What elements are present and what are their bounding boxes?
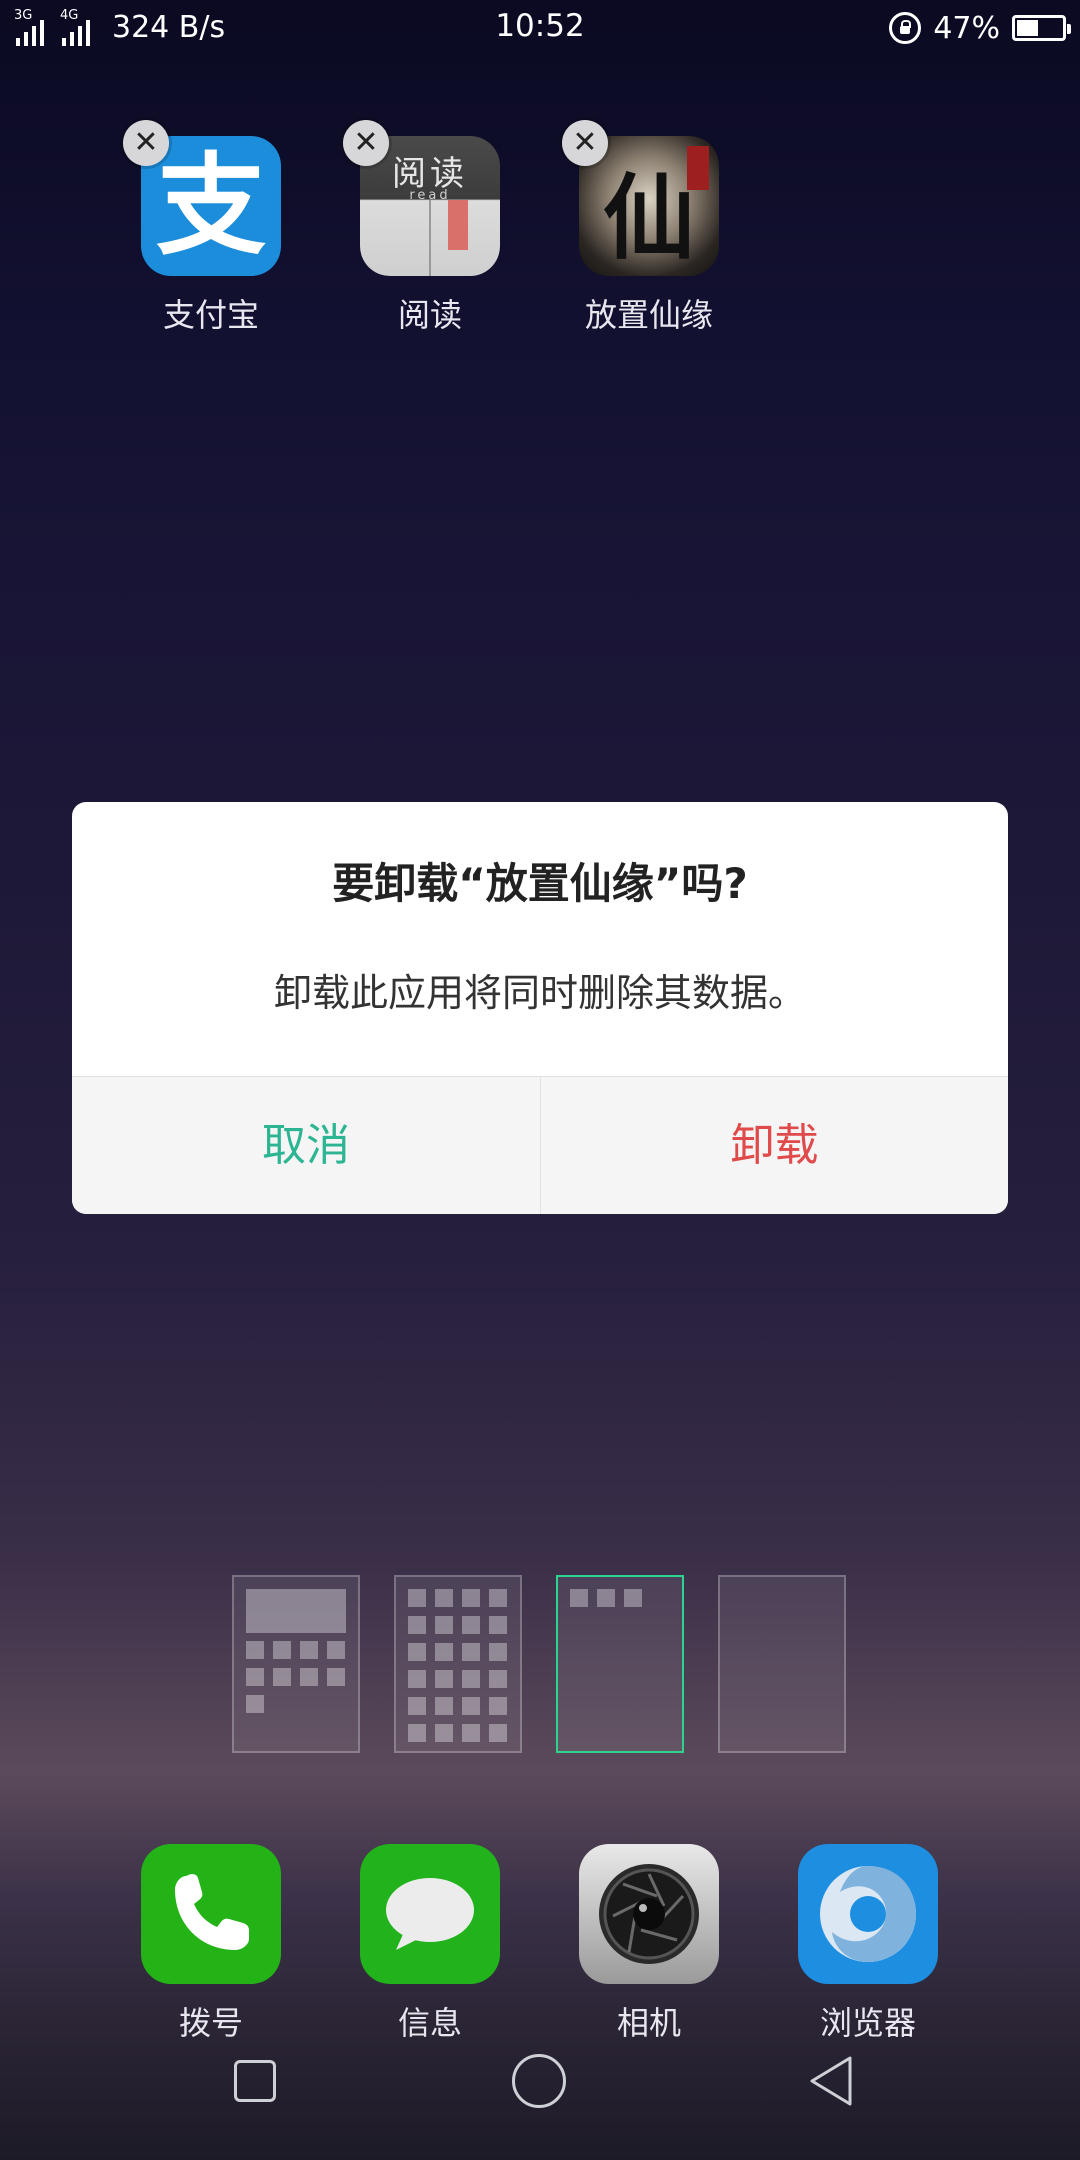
remove-reader-button[interactable]: ✕ [343, 120, 389, 166]
back-icon[interactable] [806, 2054, 856, 2112]
app-label-reader: 阅读 [397, 296, 462, 334]
dock-app-browser[interactable]: 浏览器 [758, 1844, 978, 2044]
battery-icon [1012, 15, 1071, 41]
dock-app-phone[interactable]: 拨号 [101, 1844, 321, 2044]
remove-game-button[interactable]: ✕ [562, 120, 608, 166]
dock-label-browser: 浏览器 [819, 2004, 916, 2042]
dock-label-phone: 拨号 [178, 2004, 243, 2042]
status-right: 47% [889, 8, 1071, 48]
remove-alipay-button[interactable]: ✕ [123, 120, 169, 166]
app-label-game: 放置仙缘 [584, 296, 713, 334]
app-reader[interactable]: 阅读 read 阅读 [320, 136, 540, 336]
battery-percent: 47% [933, 10, 1000, 46]
message-icon[interactable] [360, 1844, 500, 1984]
recent-apps-icon[interactable] [234, 2060, 276, 2102]
seal-icon [687, 146, 709, 190]
navigation-bar [0, 2054, 1080, 2120]
dialog-button-bar: 取消 卸载 [72, 1076, 1008, 1214]
page-thumb-2[interactable] [394, 1575, 522, 1753]
book-spine [429, 200, 431, 276]
dialog-title: 要卸载“放置仙缘”吗? [332, 859, 748, 908]
dock-app-messages[interactable]: 信息 [320, 1844, 540, 2044]
dock-label-messages: 信息 [397, 2004, 462, 2042]
app-label-alipay: 支付宝 [162, 296, 259, 334]
browser-icon[interactable] [798, 1844, 938, 1984]
phone-icon[interactable] [141, 1844, 281, 1984]
app-game[interactable]: 仙 放置仙缘 [539, 136, 759, 336]
rotation-lock-icon [889, 12, 922, 44]
dock-label-camera: 相机 [616, 2004, 681, 2042]
page-thumb-4[interactable] [718, 1575, 846, 1753]
page-thumb-3[interactable] [556, 1575, 684, 1753]
uninstall-dialog: 要卸载“放置仙缘”吗? 卸载此应用将同时删除其数据。 取消 卸载 [72, 802, 1008, 1214]
cancel-button[interactable]: 取消 [72, 1077, 540, 1214]
battery-fill [1017, 20, 1038, 36]
dialog-message: 卸载此应用将同时删除其数据。 [273, 971, 806, 1015]
bookmark-icon [448, 200, 468, 250]
camera-icon[interactable] [579, 1844, 719, 1984]
app-alipay[interactable]: 支 支付宝 [101, 136, 321, 336]
dock-app-camera[interactable]: 相机 [539, 1844, 759, 2044]
page-thumb-1[interactable] [232, 1575, 360, 1753]
uninstall-button[interactable]: 卸载 [540, 1077, 1008, 1214]
status-bar: 3G 4G 324 B/s 10:52 47% [0, 0, 1080, 56]
home-icon[interactable] [512, 2054, 566, 2108]
